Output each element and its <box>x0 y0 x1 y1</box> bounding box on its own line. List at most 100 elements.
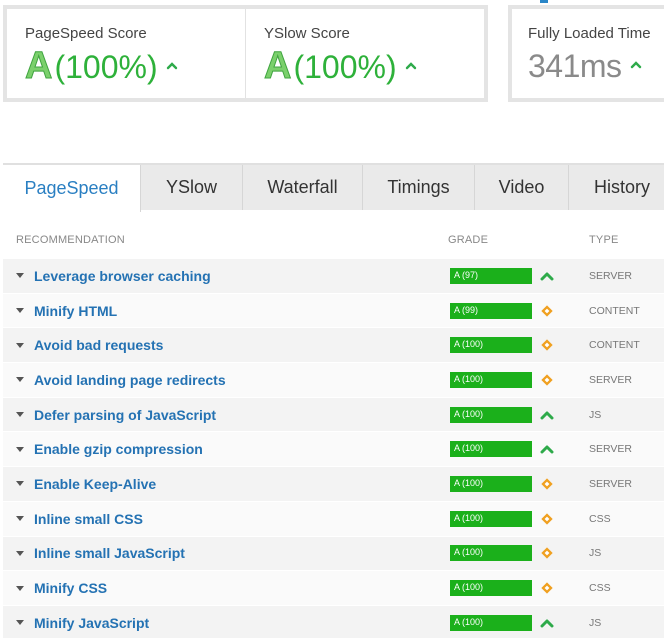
yslow-score: YSlow Score A (100%) <box>245 9 484 98</box>
grade-cell: A (100) <box>450 337 589 354</box>
grade-bar-label: A (100) <box>454 373 484 384</box>
recommendation-link[interactable]: Leverage browser caching <box>34 268 211 284</box>
grade-bar-label: A (100) <box>454 547 484 558</box>
recommendation-cell: Leverage browser caching <box>3 268 450 284</box>
tab-video[interactable]: Video <box>475 165 569 210</box>
expand-caret-icon[interactable] <box>16 585 24 591</box>
tab-timings[interactable]: Timings <box>363 165 475 210</box>
grade-bar: A (100) <box>450 475 532 492</box>
grade-cell: A (100) <box>450 371 589 388</box>
priority-high-icon <box>540 616 554 630</box>
grade-bar: A (100) <box>450 545 532 562</box>
grade-bar: A (100) <box>450 406 532 423</box>
grade-bar-label: A (100) <box>454 408 484 419</box>
grade-bar-label: A (100) <box>454 477 484 488</box>
table-row[interactable]: Minify JavaScript A (100) JS <box>3 604 664 638</box>
expand-caret-icon[interactable] <box>16 620 24 626</box>
recommendation-link[interactable]: Enable Keep-Alive <box>34 476 156 492</box>
recommendation-cell: Inline small JavaScript <box>3 545 450 561</box>
table-row[interactable]: Enable gzip compression A (100) SERVER <box>3 431 664 467</box>
tab-pagespeed[interactable]: PageSpeed <box>3 165 141 212</box>
recommendation-link[interactable]: Minify HTML <box>34 303 117 319</box>
recommendation-link[interactable]: Minify CSS <box>34 580 107 596</box>
recommendation-link[interactable]: Avoid bad requests <box>34 337 163 353</box>
recommendation-link[interactable]: Minify JavaScript <box>34 615 149 631</box>
expand-caret-icon[interactable] <box>16 273 24 279</box>
expand-caret-icon[interactable] <box>16 446 24 452</box>
table-row[interactable]: Minify CSS A (100) CSS <box>3 570 664 605</box>
pagespeed-score-value: A (100%) <box>24 45 245 87</box>
column-header-recommendation: RECOMMENDATION <box>16 234 125 246</box>
tab-history[interactable]: History <box>569 165 664 210</box>
table-row[interactable]: Enable Keep-Alive A (100) SERVER <box>3 466 664 501</box>
recommendation-cell: Minify JavaScript <box>3 615 450 631</box>
type-cell: JS <box>589 408 602 421</box>
report-tabs: PageSpeed YSlow Waterfall Timings Video … <box>3 163 664 212</box>
grade-bar: A (100) <box>450 337 532 354</box>
recommendations-table: RECOMMENDATION GRADE TYPE Leverage brows… <box>3 222 664 638</box>
recommendation-link[interactable]: Inline small JavaScript <box>34 545 185 561</box>
recommendation-link[interactable]: Defer parsing of JavaScript <box>34 407 216 423</box>
recommendation-cell: Defer parsing of JavaScript <box>3 407 450 423</box>
recommendation-cell: Inline small CSS <box>3 511 450 527</box>
pagespeed-grade-letter: A <box>24 45 53 87</box>
trend-up-icon <box>630 59 642 71</box>
recommendation-link[interactable]: Inline small CSS <box>34 511 143 527</box>
recommendation-link[interactable]: Avoid landing page redirects <box>34 372 226 388</box>
grade-cell: A (100) <box>450 475 589 492</box>
recommendation-cell: Enable Keep-Alive <box>3 476 450 492</box>
recommendation-cell: Minify HTML <box>3 303 450 319</box>
fully-loaded-time-label: Fully Loaded Time <box>528 25 651 42</box>
priority-medium-icon <box>540 546 554 560</box>
table-row[interactable]: Leverage browser caching A (97) SERVER <box>3 258 664 293</box>
fully-loaded-time-panel: Fully Loaded Time 341ms <box>508 5 664 102</box>
tab-yslow[interactable]: YSlow <box>141 165 243 210</box>
grade-bar: A (100) <box>450 441 532 458</box>
grade-cell: A (99) <box>450 302 589 319</box>
grade-bar-label: A (100) <box>454 443 484 454</box>
grade-bar: A (100) <box>450 580 532 597</box>
table-row[interactable]: Avoid landing page redirects A (100) SERVE… <box>3 362 664 397</box>
grade-bar-label: A (100) <box>454 339 484 350</box>
type-cell: CSS <box>589 512 611 525</box>
table-row[interactable]: Avoid bad requests A (100) CONTENT <box>3 327 664 363</box>
priority-medium-icon <box>540 581 554 595</box>
grade-bar: A (99) <box>450 302 532 319</box>
yslow-score-label: YSlow Score <box>264 25 350 42</box>
table-row[interactable]: Inline small JavaScript A (100) JS <box>3 535 664 571</box>
grade-bar-label: A (97) <box>454 269 479 280</box>
expand-caret-icon[interactable] <box>16 308 24 314</box>
score-summary-panel: PageSpeed Score A (100%) YSlow Score A (… <box>3 5 488 102</box>
type-cell: CSS <box>589 582 611 595</box>
pagespeed-grade-percent: (100%) <box>54 49 158 85</box>
grade-cell: A (97) <box>450 267 589 284</box>
priority-medium-icon <box>540 338 554 352</box>
type-cell: SERVER <box>589 373 632 386</box>
priority-medium-icon <box>540 373 554 387</box>
priority-medium-icon <box>540 477 554 491</box>
table-row[interactable]: Minify HTML A (99) CONTENT <box>3 292 664 328</box>
table-row[interactable]: Inline small CSS A (100) CSS <box>3 500 664 536</box>
table-row[interactable]: Defer parsing of JavaScript A (100) JS <box>3 396 664 432</box>
grade-cell: A (100) <box>450 441 589 458</box>
recommendation-link[interactable]: Enable gzip compression <box>34 441 203 457</box>
tab-waterfall[interactable]: Waterfall <box>243 165 363 210</box>
table-header: RECOMMENDATION GRADE TYPE <box>3 222 664 258</box>
grade-bar: A (100) <box>450 614 532 631</box>
expand-caret-icon[interactable] <box>16 481 24 487</box>
expand-caret-icon[interactable] <box>16 550 24 556</box>
priority-high-icon <box>540 408 554 422</box>
yslow-grade-letter: A <box>263 45 292 87</box>
priority-high-icon <box>540 442 554 456</box>
expand-caret-icon[interactable] <box>16 412 24 418</box>
yslow-grade-percent: (100%) <box>293 49 397 85</box>
expand-caret-icon[interactable] <box>16 516 24 522</box>
yslow-score-value: A (100%) <box>263 45 484 87</box>
corner-accent <box>540 0 548 3</box>
table-body: Leverage browser caching A (97) SERVER Mini… <box>3 258 664 638</box>
fully-loaded-time-value: 341ms <box>528 48 622 84</box>
type-cell: SERVER <box>589 477 632 490</box>
expand-caret-icon[interactable] <box>16 377 24 383</box>
grade-bar-label: A (100) <box>454 582 484 593</box>
expand-caret-icon[interactable] <box>16 342 24 348</box>
